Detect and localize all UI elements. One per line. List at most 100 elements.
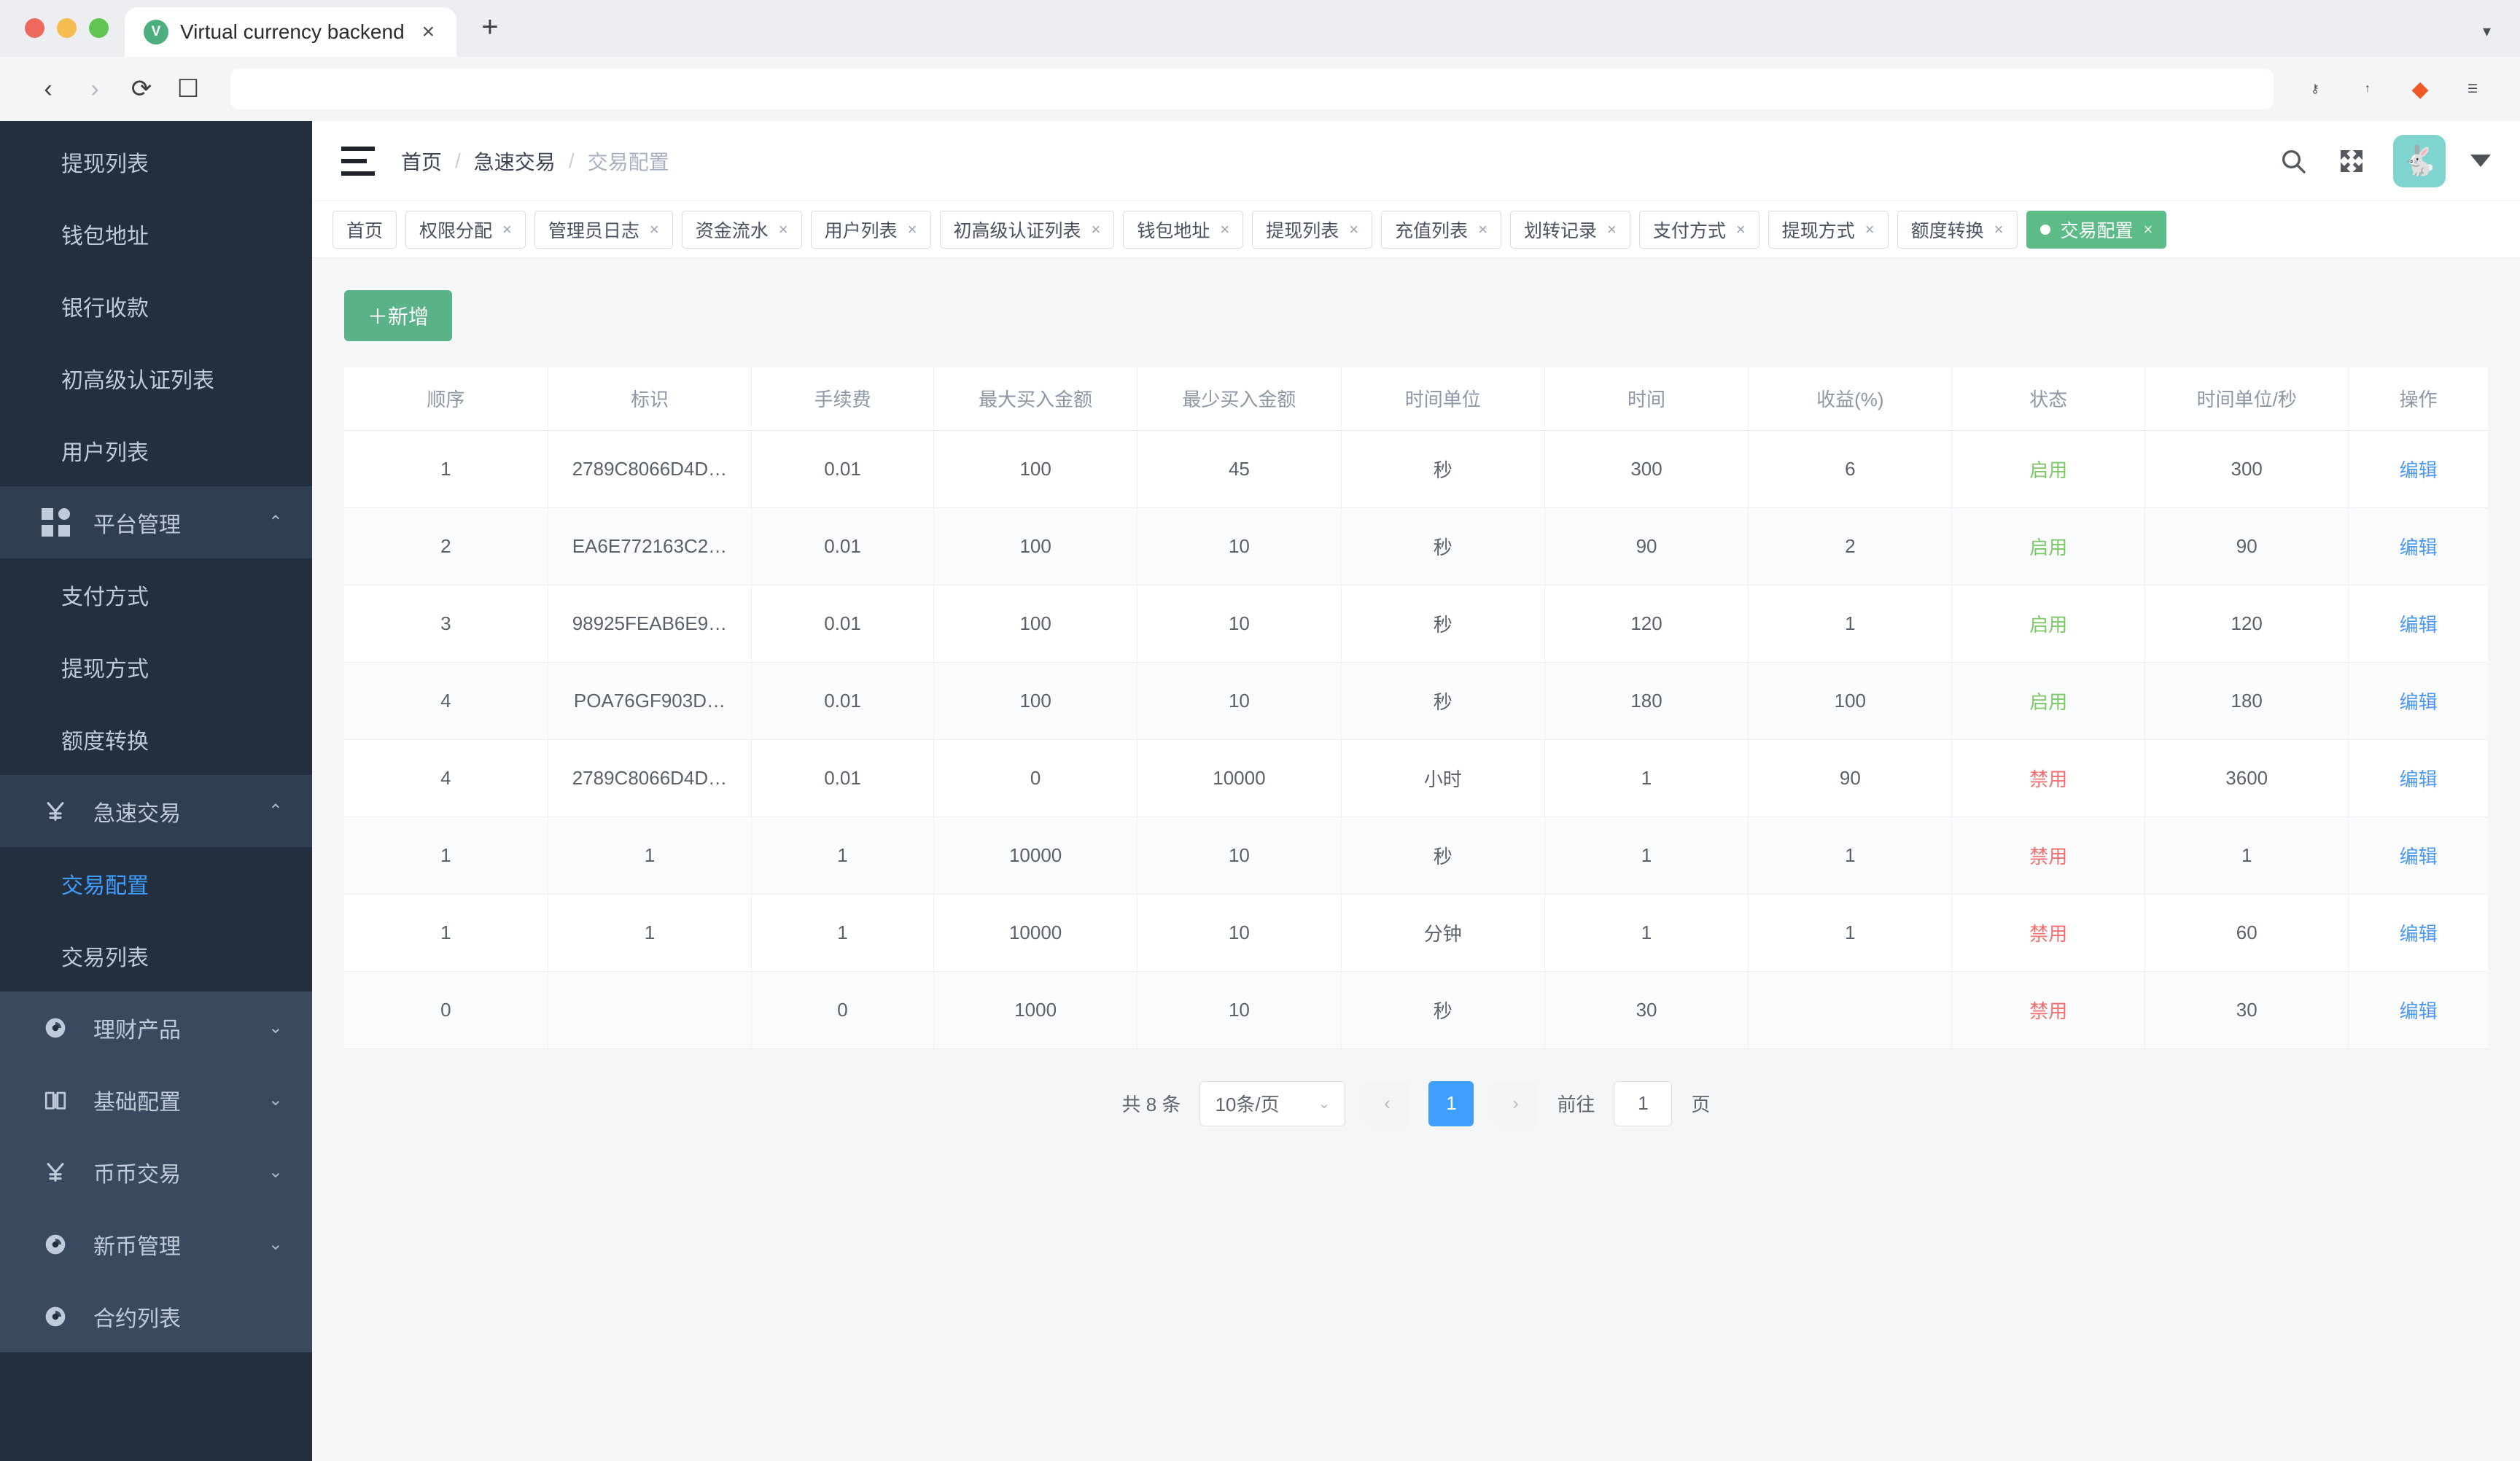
view-tab-user-list[interactable]: 用户列表 ×: [810, 210, 931, 249]
table-row[interactable]: 4 2789C8066D4D… 0.01 0 10000 小时 1 90 禁用 …: [344, 739, 2488, 817]
view-tab-fund-flow[interactable]: 资金流水 ×: [681, 210, 802, 249]
view-tab-withdraw-list[interactable]: 提现列表 ×: [1252, 210, 1373, 249]
search-icon[interactable]: [2276, 144, 2310, 178]
view-tab-payment-method[interactable]: 支付方式 ×: [1638, 210, 1759, 249]
edit-link[interactable]: 编辑: [2348, 585, 2488, 663]
sidebar-group-wealth-products[interactable]: 理财产品 ⌄: [0, 991, 312, 1064]
edit-link[interactable]: 编辑: [2348, 817, 2488, 895]
sidebar-group-fast-trade[interactable]: 急速交易 ⌃: [0, 775, 312, 847]
view-tab-transfer-record[interactable]: 划转记录 ×: [1510, 210, 1630, 249]
table-row[interactable]: 1 2789C8066D4D… 0.01 100 45 秒 300 6 启用 3…: [344, 430, 2488, 508]
yen-icon: [39, 799, 71, 824]
share-icon[interactable]: ↑: [2345, 66, 2390, 112]
status-badge: 禁用: [1951, 971, 2146, 1049]
menu-icon[interactable]: ☰: [2450, 66, 2495, 112]
sidebar-item-wallet-address[interactable]: 钱包地址: [0, 198, 312, 270]
sidebar-group-new-coin-management[interactable]: 新币管理 ⌄: [0, 1208, 312, 1280]
sidebar-item-payment-method[interactable]: 支付方式: [0, 558, 312, 631]
sidebar-group-basic-config[interactable]: 基础配置 ⌄: [0, 1064, 312, 1136]
close-icon[interactable]: ×: [1994, 220, 2004, 239]
cell-time: 1: [1544, 817, 1749, 895]
forward-icon[interactable]: ›: [71, 66, 118, 112]
close-icon[interactable]: ×: [1607, 220, 1617, 239]
next-page-button[interactable]: ›: [1493, 1080, 1539, 1126]
fullscreen-icon[interactable]: [2335, 144, 2368, 178]
col-status: 状态: [1951, 367, 2146, 431]
view-tab-recharge-list[interactable]: 充值列表 ×: [1381, 210, 1502, 249]
favicon-icon: V: [144, 20, 168, 44]
view-tab-permission[interactable]: 权限分配 ×: [405, 210, 526, 249]
close-icon[interactable]: ×: [502, 220, 512, 239]
table-row[interactable]: 1 1 1 10000 10 分钟 1 1 禁用 60 编辑: [344, 894, 2488, 972]
back-icon[interactable]: ‹: [25, 66, 71, 112]
table-row[interactable]: 3 98925FEAB6E9… 0.01 100 10 秒 120 1 启用 1…: [344, 585, 2488, 663]
view-tab-wallet-address[interactable]: 钱包地址 ×: [1123, 210, 1244, 249]
yen-icon: [39, 1160, 71, 1185]
edit-link[interactable]: 编辑: [2348, 739, 2488, 817]
breadcrumb-separator: /: [455, 149, 461, 172]
sidebar-group-coin-trade[interactable]: 币币交易 ⌄: [0, 1136, 312, 1208]
brave-shield-icon[interactable]: ◆: [2398, 66, 2443, 112]
avatar[interactable]: 🐇: [2393, 134, 2446, 187]
close-icon[interactable]: ×: [779, 220, 788, 239]
bookmark-icon[interactable]: ☐: [165, 66, 211, 112]
sidebar-toggle-icon[interactable]: [341, 146, 375, 176]
table-row[interactable]: 2 EA6E772163C2… 0.01 100 10 秒 90 2 启用 90…: [344, 507, 2488, 585]
close-window-button[interactable]: [25, 18, 44, 38]
chevron-down-icon[interactable]: ▾: [2483, 22, 2491, 41]
view-tab-label: 初高级认证列表: [953, 220, 1081, 241]
close-icon[interactable]: ×: [650, 220, 659, 239]
sidebar-item-quota-conversion[interactable]: 额度转换: [0, 703, 312, 775]
sidebar-item-withdraw-method[interactable]: 提现方式: [0, 631, 312, 703]
address-bar[interactable]: [230, 69, 2274, 109]
edit-link[interactable]: 编辑: [2348, 894, 2488, 972]
close-icon[interactable]: ×: [1349, 220, 1358, 239]
close-icon[interactable]: ×: [1736, 220, 1746, 239]
view-tab-kyc-list[interactable]: 初高级认证列表 ×: [939, 210, 1115, 249]
sidebar-group-label: 理财产品: [93, 1018, 181, 1043]
view-tab-trade-config[interactable]: 交易配置 ×: [2026, 210, 2167, 249]
view-tab-home[interactable]: 首页: [332, 210, 397, 249]
close-icon[interactable]: ×: [2144, 220, 2153, 239]
close-icon[interactable]: ×: [1478, 220, 1488, 239]
view-tab-admin-log[interactable]: 管理员日志 ×: [534, 210, 673, 249]
sidebar-item-bank-receipt[interactable]: 银行收款: [0, 270, 312, 342]
maximize-window-button[interactable]: [89, 18, 109, 38]
sidebar-item-user-list[interactable]: 用户列表: [0, 414, 312, 486]
table-row[interactable]: 0 0 1000 10 秒 30 禁用 30 编辑: [344, 971, 2488, 1049]
cell-id: 2789C8066D4D…: [548, 430, 752, 508]
password-key-icon[interactable]: ⚷: [2292, 66, 2338, 112]
close-icon[interactable]: ×: [416, 20, 441, 44]
close-icon[interactable]: ×: [1865, 220, 1875, 239]
breadcrumb-item-fast-trade[interactable]: 急速交易: [474, 147, 556, 176]
breadcrumb-item-home[interactable]: 首页: [401, 147, 442, 176]
minimize-window-button[interactable]: [57, 18, 77, 38]
close-icon[interactable]: ×: [1220, 220, 1229, 239]
edit-link[interactable]: 编辑: [2348, 662, 2488, 740]
sidebar-item-trade-config[interactable]: 交易配置: [0, 847, 312, 919]
table-row[interactable]: 1 1 1 10000 10 秒 1 1 禁用 1 编辑: [344, 817, 2488, 895]
sidebar-item-withdraw-list[interactable]: 提现列表: [0, 125, 312, 198]
add-button[interactable]: ＋新增: [344, 290, 453, 341]
reload-icon[interactable]: ⟳: [118, 66, 165, 112]
edit-link[interactable]: 编辑: [2348, 507, 2488, 585]
edit-link[interactable]: 编辑: [2348, 430, 2488, 508]
sidebar-item-trade-list[interactable]: 交易列表: [0, 919, 312, 991]
close-icon[interactable]: ×: [908, 220, 917, 239]
table-row[interactable]: 4 POA76GF903D… 0.01 100 10 秒 180 100 启用 …: [344, 662, 2488, 740]
chevron-down-icon: ⌄: [268, 1090, 283, 1110]
chevron-down-icon[interactable]: [2470, 155, 2491, 167]
page-number-1[interactable]: 1: [1428, 1080, 1474, 1126]
goto-page-input[interactable]: [1614, 1080, 1673, 1126]
page-size-select[interactable]: 10条/页 ⌄: [1199, 1080, 1346, 1126]
browser-tab[interactable]: V Virtual currency backend ×: [125, 7, 457, 57]
close-icon[interactable]: ×: [1092, 220, 1101, 239]
edit-link[interactable]: 编辑: [2348, 971, 2488, 1049]
sidebar-group-platform-management[interactable]: 平台管理 ⌃: [0, 486, 312, 558]
view-tab-withdraw-method[interactable]: 提现方式 ×: [1768, 210, 1889, 249]
prev-page-button[interactable]: ‹: [1364, 1080, 1410, 1126]
view-tab-quota-conversion[interactable]: 额度转换 ×: [1897, 210, 2018, 249]
new-tab-button[interactable]: +: [481, 11, 498, 57]
sidebar-item-kyc-list[interactable]: 初高级认证列表: [0, 342, 312, 414]
sidebar-group-contract-list[interactable]: 合约列表: [0, 1280, 312, 1352]
